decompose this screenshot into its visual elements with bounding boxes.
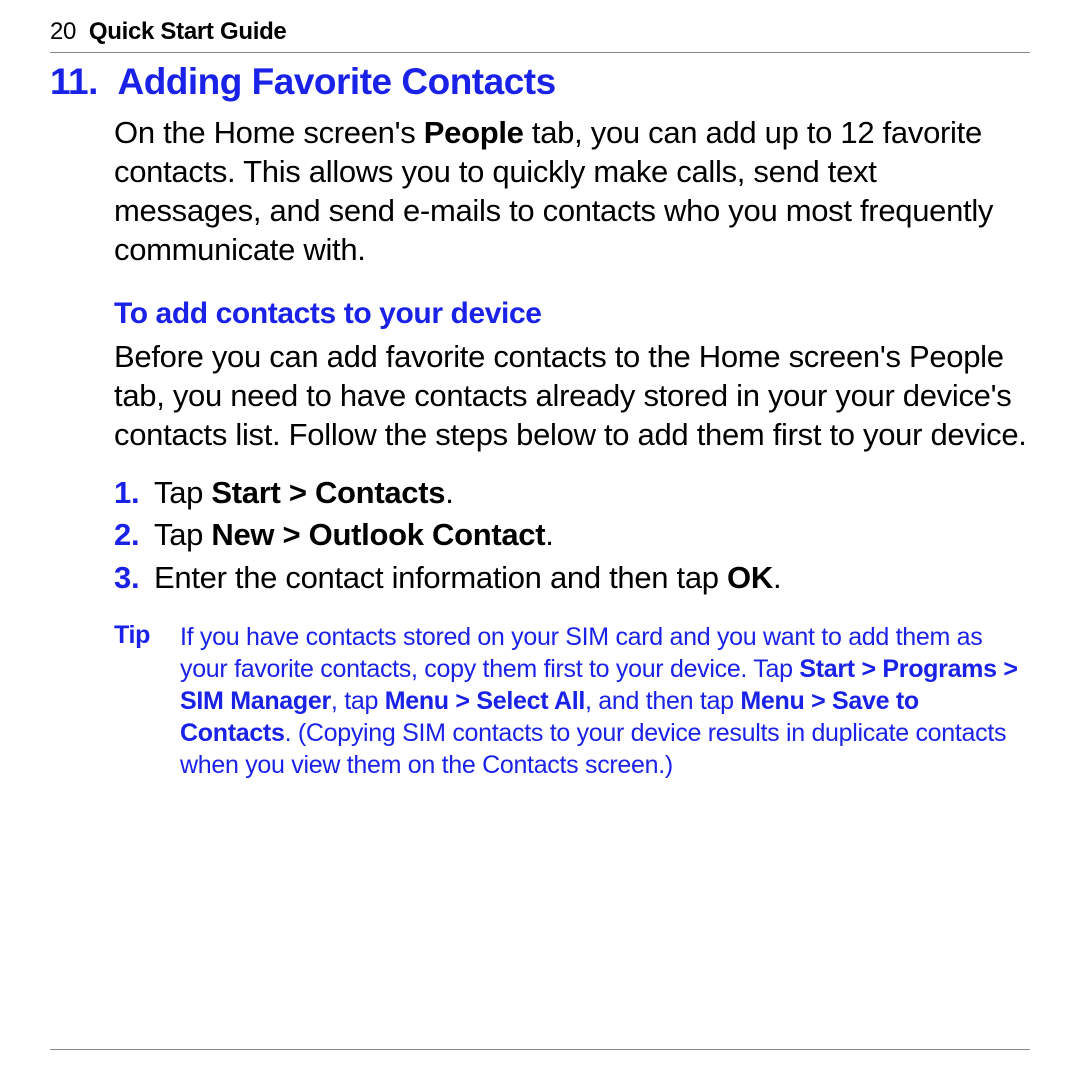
tip-block: Tip If you have contacts stored on your …	[50, 621, 1030, 781]
step-text: Tap Start > Contacts.	[154, 472, 1030, 514]
step-number: 1.	[114, 472, 154, 514]
step-text: Tap New > Outlook Contact.	[154, 514, 1030, 556]
step-text: Enter the contact information and then t…	[154, 557, 1030, 599]
tip-body: If you have contacts stored on your SIM …	[180, 621, 1020, 781]
step-number: 2.	[114, 514, 154, 556]
step-list: 1. Tap Start > Contacts. 2. Tap New > Ou…	[50, 472, 1030, 598]
sub-heading: To add contacts to your device	[50, 297, 1030, 331]
page-header: 20 Quick Start Guide	[50, 18, 1030, 53]
step-item: 1. Tap Start > Contacts.	[114, 472, 1030, 514]
step-number: 3.	[114, 557, 154, 599]
footer-rule	[50, 1049, 1030, 1050]
step-item: 3. Enter the contact information and the…	[114, 557, 1030, 599]
section-title: Adding Favorite Contacts	[117, 61, 555, 102]
body-paragraph: Before you can add favorite contacts to …	[50, 337, 1030, 454]
step-item: 2. Tap New > Outlook Contact.	[114, 514, 1030, 556]
tip-label: Tip	[114, 621, 180, 781]
section-heading: 11. Adding Favorite Contacts	[50, 61, 1030, 103]
book-title: Quick Start Guide	[89, 18, 287, 45]
page-number: 20	[50, 18, 76, 45]
intro-paragraph: On the Home screen's People tab, you can…	[50, 113, 1030, 269]
section-number: 11.	[50, 61, 98, 102]
